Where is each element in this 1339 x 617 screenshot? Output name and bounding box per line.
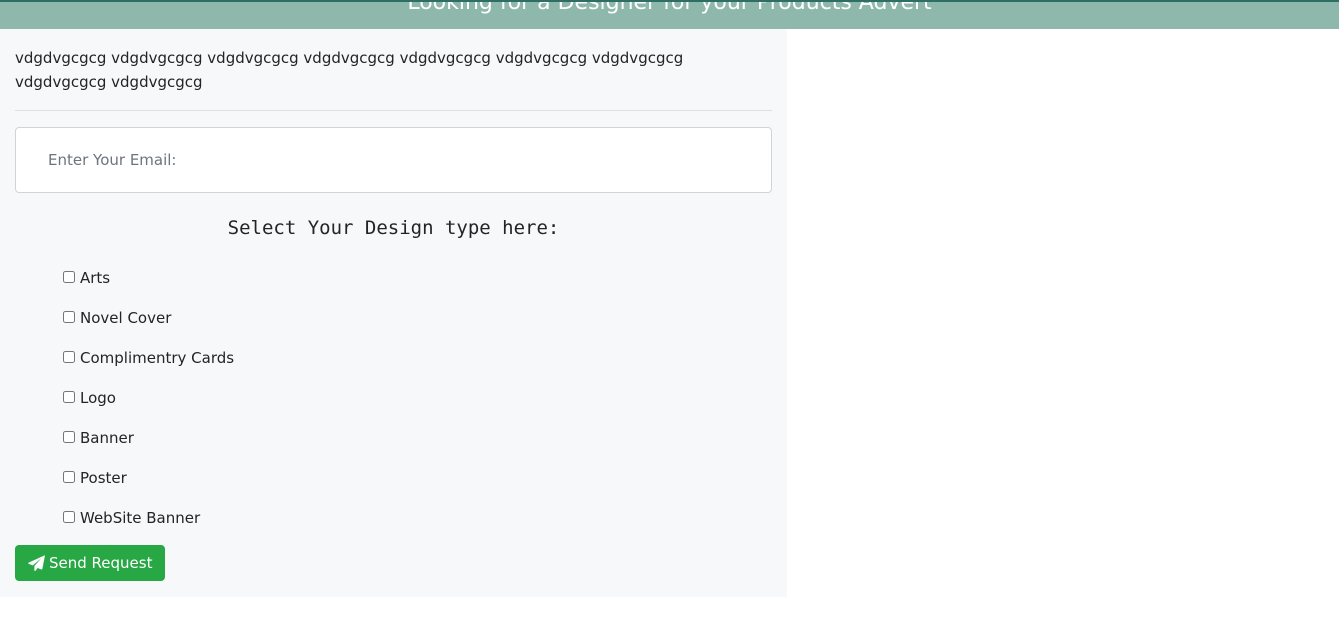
checkbox-logo[interactable]	[63, 391, 75, 403]
page-title: Looking for a Designer for your Products…	[407, 0, 932, 15]
send-request-button[interactable]: Send Request	[15, 545, 166, 581]
design-option-complimentry-cards[interactable]: Complimentry Cards	[63, 338, 234, 378]
design-type-heading: Select Your Design type here:	[227, 217, 560, 239]
option-label: Novel Cover	[80, 309, 172, 327]
checkbox-novel-cover[interactable]	[63, 311, 75, 323]
checkbox-website-banner[interactable]	[63, 511, 75, 523]
checkbox-arts[interactable]	[63, 271, 75, 283]
option-label: Logo	[80, 389, 116, 407]
design-option-website-banner[interactable]: WebSite Banner	[63, 498, 234, 538]
paper-plane-icon	[28, 554, 45, 571]
header-bar: Looking for a Designer for your Products…	[0, 0, 1339, 29]
design-option-logo[interactable]: Logo	[63, 378, 234, 418]
design-option-banner[interactable]: Banner	[63, 418, 234, 458]
checkbox-complimentry-cards[interactable]	[63, 351, 75, 363]
option-label: Arts	[80, 269, 111, 287]
email-field[interactable]	[15, 127, 772, 193]
design-option-arts[interactable]: Arts	[63, 258, 234, 298]
request-form-panel: vdgdvgcgcg vdgdvgcgcg vdgdvgcgcg vdgdvgc…	[0, 29, 787, 597]
option-label: Banner	[80, 429, 134, 447]
option-label: Complimentry Cards	[80, 349, 235, 367]
design-type-options: Arts Novel Cover Complimentry Cards Logo…	[63, 258, 234, 538]
checkbox-banner[interactable]	[63, 431, 75, 443]
option-label: WebSite Banner	[80, 509, 201, 527]
send-request-label: Send Request	[49, 554, 153, 572]
option-label: Poster	[80, 469, 127, 487]
intro-text: vdgdvgcgcg vdgdvgcgcg vdgdvgcgcg vdgdvgc…	[15, 49, 684, 91]
design-option-novel-cover[interactable]: Novel Cover	[63, 298, 234, 338]
design-option-poster[interactable]: Poster	[63, 458, 234, 498]
divider	[15, 110, 772, 111]
checkbox-poster[interactable]	[63, 471, 75, 483]
